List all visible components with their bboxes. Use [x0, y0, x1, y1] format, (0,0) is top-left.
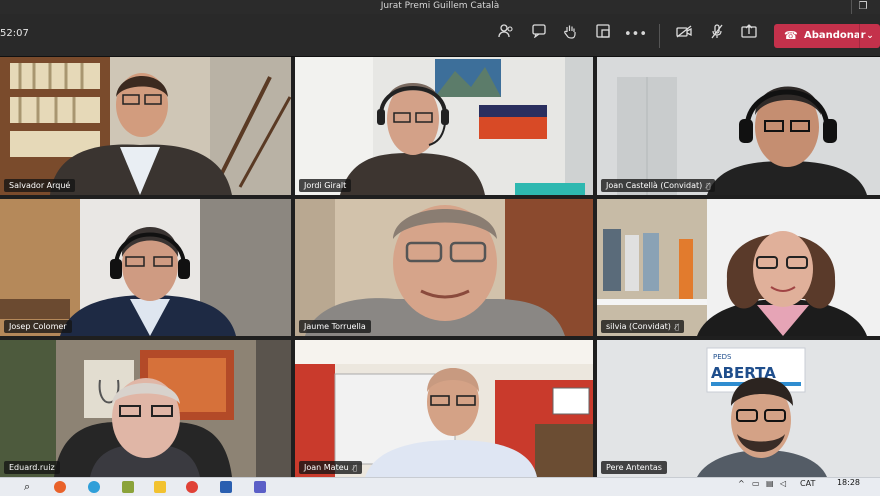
participant-name: Jaume Torruella	[299, 320, 371, 333]
participant-name: Pere Antentas	[601, 461, 667, 474]
video-tile[interactable]: Jordi Giralt	[295, 57, 593, 195]
video-feed	[0, 57, 291, 195]
edge-icon[interactable]	[88, 481, 100, 493]
language-indicator[interactable]: CAT	[800, 479, 815, 488]
video-grid: Salvador Arqué Jordi Giralt Joan Castell…	[0, 57, 880, 477]
video-tile[interactable]: Salvador Arqué	[0, 57, 291, 195]
muted-mic-icon: 🎙̸	[352, 464, 357, 472]
taskbar-clock[interactable]: 18:28	[837, 478, 860, 487]
meeting-toolbar: 52:07 ••• ☎ Abandonar ⌄	[0, 14, 880, 57]
participant-name: Josep Colomer	[4, 320, 72, 333]
camera-off-icon[interactable]	[673, 24, 695, 46]
chat-icon[interactable]	[528, 24, 550, 46]
video-feed	[0, 199, 291, 336]
muted-mic-icon: 🎙̸	[674, 323, 680, 331]
video-feed	[597, 199, 880, 336]
clock-time: 18:28	[836, 478, 860, 487]
participant-name: Joan Castellà (Convidat) 🎙̸	[601, 179, 716, 192]
mail-icon[interactable]	[220, 481, 232, 493]
participant-name-text: silvia (Convidat)	[606, 322, 671, 331]
window-title: Jurat Premi Guillem Català	[380, 1, 500, 11]
meeting-timer: 52:07	[0, 28, 29, 39]
folder-icon[interactable]	[154, 481, 166, 493]
leave-label: Abandonar	[804, 30, 866, 41]
toolbar-divider	[659, 24, 660, 48]
video-feed	[295, 199, 593, 336]
window-titlebar: Jurat Premi Guillem Català ❐	[0, 0, 880, 14]
teams-icon[interactable]	[254, 481, 266, 493]
chevron-down-icon[interactable]: ⌄	[859, 24, 880, 48]
leave-meeting-button[interactable]: ☎ Abandonar ⌄	[774, 24, 880, 48]
os-taskbar: ⌕ ^ ▭ ▤ ◁ CAT 18:28	[0, 477, 880, 496]
hang-up-icon: ☎	[784, 29, 798, 42]
volume-icon[interactable]: ◁	[780, 479, 786, 488]
video-tile[interactable]: Jaume Torruella	[295, 199, 593, 336]
share-screen-icon[interactable]	[738, 24, 760, 46]
poster-small-text: PEDS	[713, 353, 732, 361]
video-feed	[295, 57, 593, 195]
participant-name: Eduard.ruiz	[4, 461, 60, 474]
search-icon[interactable]: ⌕	[24, 481, 36, 493]
chrome-icon[interactable]	[186, 481, 198, 493]
video-feed	[0, 340, 291, 477]
video-tile[interactable]: Joan Mateu 🎙̸	[295, 340, 593, 477]
video-feed	[295, 340, 593, 477]
participant-name-text: Joan Mateu	[304, 463, 349, 472]
muted-mic-icon: 🎙̸	[706, 182, 711, 190]
breakout-icon[interactable]	[592, 24, 614, 46]
video-tile[interactable]: Joan Castellà (Convidat) 🎙̸	[597, 57, 880, 195]
video-tile[interactable]: PEDS ABERTA Pere Antentas	[597, 340, 880, 477]
battery-icon[interactable]: ▭	[752, 479, 760, 488]
participant-name: silvia (Convidat) 🎙̸	[601, 320, 685, 333]
participant-name: Salvador Arqué	[4, 179, 76, 192]
participant-name-text: Joan Castellà (Convidat)	[606, 181, 703, 190]
chevron-up-icon[interactable]: ^	[738, 479, 745, 488]
network-icon[interactable]: ▤	[766, 479, 774, 488]
participant-name: Joan Mateu 🎙̸	[299, 461, 362, 474]
video-feed	[597, 57, 880, 195]
more-options-icon[interactable]: •••	[624, 24, 647, 46]
participant-name: Jordi Giralt	[299, 179, 352, 192]
video-feed: PEDS ABERTA	[597, 340, 880, 477]
participants-icon[interactable]	[495, 24, 517, 46]
firefox-icon[interactable]	[54, 481, 66, 493]
mic-off-icon[interactable]	[706, 24, 728, 46]
raise-hand-icon[interactable]	[559, 24, 581, 46]
video-tile[interactable]: Josep Colomer	[0, 199, 291, 336]
restore-window-button[interactable]: ❐	[851, 0, 874, 14]
video-tile[interactable]: silvia (Convidat) 🎙̸	[597, 199, 880, 336]
app-icon[interactable]	[122, 481, 134, 493]
video-tile[interactable]: Eduard.ruiz	[0, 340, 291, 477]
